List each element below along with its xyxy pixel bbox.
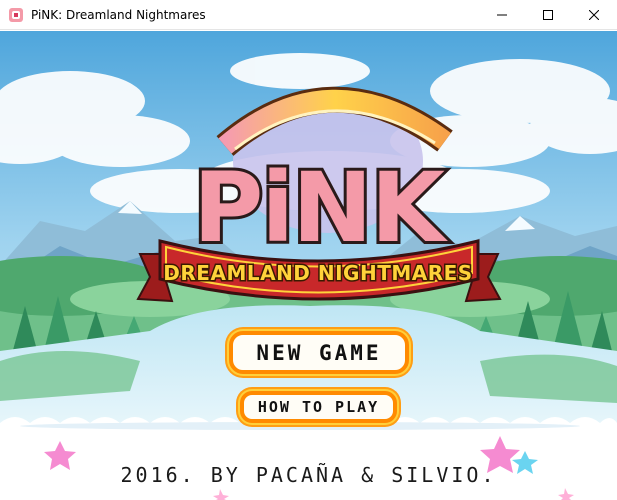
close-icon [589,10,599,20]
game-viewport[interactable]: PiNK DREAMLAND NIGHTMARES NEW GAME HOW T… [0,31,617,500]
maximize-icon [543,10,553,20]
minimize-button[interactable] [479,0,525,30]
how-to-play-button[interactable]: HOW TO PLAY [240,391,397,423]
app-icon [9,7,23,22]
title-screen-background: PiNK DREAMLAND NIGHTMARES [0,31,617,500]
logo-subtitle: DREAMLAND NIGHTMARES [163,261,472,285]
window-title: PiNK: Dreamland Nightmares [31,7,206,22]
credits-text: 2016. BY PACAÑA & SILVIO. [120,463,497,487]
maximize-button[interactable] [525,0,571,30]
new-game-button[interactable]: NEW GAME [229,331,409,374]
window-titlebar[interactable]: PiNK: Dreamland Nightmares [0,0,617,30]
close-button[interactable] [571,0,617,30]
logo-title: PiNK [193,152,449,264]
minimize-icon [497,14,507,16]
